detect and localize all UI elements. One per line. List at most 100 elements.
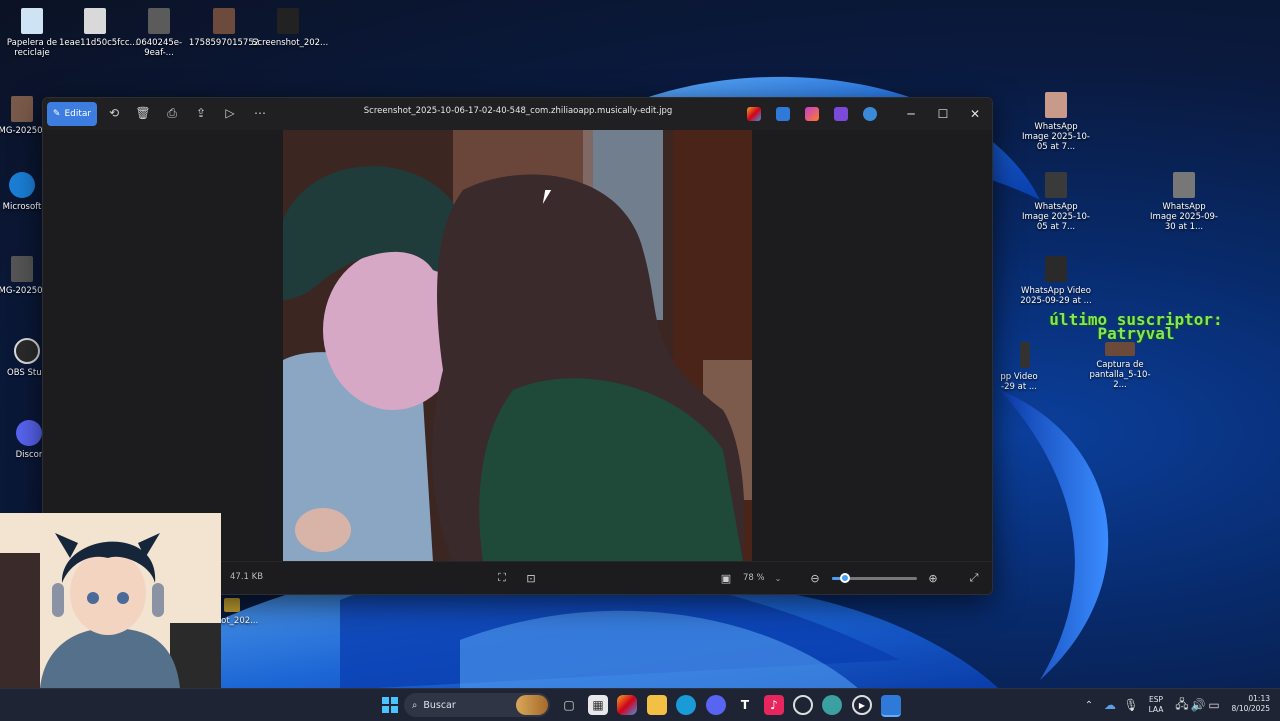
- last-subscriber-overlay: último suscriptor: Patryval: [1016, 312, 1256, 343]
- language-indicator[interactable]: ESP LAA: [1144, 695, 1168, 715]
- discord-icon[interactable]: [706, 695, 726, 715]
- fullscreen-icon[interactable]: ⤢: [965, 569, 983, 587]
- zoom-slider[interactable]: [832, 573, 917, 583]
- avatar-illustration: [0, 513, 221, 688]
- store-icon[interactable]: ▦: [588, 695, 608, 715]
- image-file-icon: [1105, 342, 1135, 356]
- desktop-icon-label: Papelera de reciclaje: [6, 38, 58, 58]
- zoom-level-dropdown[interactable]: 78 % ⌄: [743, 570, 795, 586]
- zoom-in-icon[interactable]: ⊕: [924, 569, 942, 587]
- designer-icon[interactable]: [776, 107, 790, 121]
- desktop-icon-recycle-bin[interactable]: Papelera de reciclaje: [0, 8, 68, 58]
- zoom-out-icon[interactable]: ⊖: [806, 569, 824, 587]
- start-button[interactable]: [380, 695, 400, 715]
- maximize-button[interactable]: ☐: [933, 104, 953, 124]
- fit-to-window-icon[interactable]: ⛶: [493, 569, 511, 587]
- media-player-icon[interactable]: ▶: [852, 695, 872, 715]
- copilot-icon[interactable]: [617, 695, 637, 715]
- photos-taskbar-icon[interactable]: [881, 695, 901, 717]
- desktop-icon-video[interactable]: WhatsApp Video 2025-09-29 at ...: [1020, 256, 1092, 306]
- actual-size-icon[interactable]: ⊡: [522, 569, 540, 587]
- desktop-icon-label: WhatsApp Image 2025-10-05 at 7...: [1022, 122, 1090, 152]
- desktop-icon-label: 1758597015752: [188, 38, 260, 48]
- print-icon[interactable]: ⎙: [163, 104, 181, 122]
- desktop-icon-file[interactable]: 1758597015752: [188, 8, 260, 48]
- photos-titlebar[interactable]: ✎ Editar ⟲ 🗑 ⎙ ⇪ ▷ ⋯ Screenshot_2025-10-…: [43, 98, 992, 130]
- obs-icon[interactable]: [793, 695, 813, 715]
- edge-icon[interactable]: [676, 695, 696, 715]
- onedrive-tray-icon[interactable]: ☁: [1100, 695, 1120, 715]
- desktop-icon-label: WhatsApp Image 2025-10-05 at 7...: [1022, 202, 1090, 232]
- image-file-icon: [11, 96, 33, 122]
- zoom-slider-thumb[interactable]: [839, 573, 850, 583]
- video-file-icon: [1020, 342, 1030, 368]
- desktop-icon-file[interactable]: WhatsApp Image 2025-10-05 at 7...: [1020, 92, 1092, 152]
- taskbar: ⌕ Buscar ▢ ▦ T ♪ ▶ ⌃ ☁ 🎙 ESP LAA 🖧 🔊 ▭ 0…: [0, 688, 1280, 721]
- desktop-icon-file[interactable]: Screenshot_202...: [252, 8, 329, 48]
- task-view-icon[interactable]: ▢: [559, 695, 579, 715]
- desktop-icon-file[interactable]: WhatsApp Image 2025-10-05 at 7...: [1020, 172, 1092, 232]
- image-file-icon: [1045, 92, 1067, 118]
- pencil-icon: ✎: [52, 109, 61, 119]
- webcam-avatar-overlay: [0, 513, 221, 688]
- chevron-up-icon[interactable]: ⌃: [1079, 695, 1099, 715]
- edit-button-label: Editar: [64, 109, 92, 119]
- tiktok-icon[interactable]: ♪: [764, 695, 784, 715]
- image-file-icon: [277, 8, 299, 34]
- zoom-level: 78 %: [743, 573, 765, 583]
- taskbar-search[interactable]: ⌕ Buscar: [404, 693, 550, 717]
- displayed-photo: [283, 130, 752, 562]
- more-icon[interactable]: ⋯: [251, 104, 269, 122]
- image-file-icon: [11, 256, 33, 282]
- video-file-icon: [1045, 256, 1067, 282]
- desktop-icon-file[interactable]: 1eae11d50c5fcc...: [59, 8, 138, 48]
- window-title: Screenshot_2025-10-06-17-02-40-548_com.z…: [363, 106, 673, 116]
- desktop-icon-label: WhatsApp Video 2025-09-29 at ...: [1020, 286, 1092, 306]
- battery-icon[interactable]: ▭: [1204, 695, 1224, 715]
- image-info-icon[interactable]: ▣: [717, 569, 735, 587]
- desktop-icon-label: 1eae11d50c5fcc...: [59, 38, 138, 48]
- browser-icon[interactable]: [822, 695, 842, 715]
- search-highlight-icon: [516, 695, 548, 715]
- minimize-button[interactable]: ─: [901, 104, 921, 124]
- photo-content: [283, 130, 752, 562]
- microphone-icon[interactable]: 🎙: [1121, 695, 1141, 715]
- trash-icon[interactable]: 🗑: [134, 104, 152, 122]
- slideshow-icon[interactable]: ▷: [221, 104, 239, 122]
- desktop-icon-file[interactable]: 0640245e-9eaf-...: [123, 8, 195, 58]
- clock[interactable]: 01:13 8/10/2025: [1224, 694, 1270, 714]
- language-line-2: LAA: [1148, 705, 1164, 714]
- desktop-icon-file[interactable]: Captura de pantalla_5-10-2...: [1084, 342, 1156, 390]
- tiktok-live-icon[interactable]: T: [735, 695, 755, 715]
- recycle-bin-icon: [21, 8, 43, 34]
- image-file-icon: [213, 8, 235, 34]
- video-editor-icon[interactable]: [834, 107, 848, 121]
- image-file-icon: [1173, 172, 1195, 198]
- file-size: 47.1 KB: [230, 572, 264, 582]
- image-viewer[interactable]: [43, 130, 992, 562]
- image-file-icon: [148, 8, 170, 34]
- clock-time: 01:13: [1248, 694, 1270, 703]
- copilot-icon[interactable]: [747, 107, 761, 121]
- image-file-icon: [84, 8, 106, 34]
- clipchamp-icon[interactable]: [805, 107, 819, 121]
- clock-date: 8/10/2025: [1231, 704, 1270, 713]
- desktop-icon-label: Captura de pantalla_5-10-2...: [1089, 360, 1151, 390]
- search-icon: ⌕: [412, 699, 418, 711]
- desktop-icon-file[interactable]: WhatsApp Image 2025-09-30 at 1...: [1148, 172, 1220, 232]
- edit-button[interactable]: ✎ Editar: [47, 102, 97, 126]
- share-icon[interactable]: ⇪: [192, 104, 210, 122]
- desktop-icon-label: 0640245e-9eaf-...: [135, 38, 183, 58]
- rotate-icon[interactable]: ⟲: [105, 104, 123, 122]
- onedrive-icon[interactable]: [863, 107, 877, 121]
- file-explorer-icon[interactable]: [647, 695, 667, 715]
- edge-icon: [9, 172, 35, 198]
- image-file-icon: [224, 598, 240, 612]
- desktop-icon-label: Screenshot_202...: [252, 38, 329, 48]
- desktop-icon-label: WhatsApp Image 2025-09-30 at 1...: [1150, 202, 1218, 232]
- subscriber-name: Patryval: [1097, 324, 1175, 343]
- discord-icon: [16, 420, 42, 446]
- image-file-icon: [1045, 172, 1067, 198]
- close-button[interactable]: ✕: [965, 104, 985, 124]
- language-line-1: ESP: [1148, 695, 1164, 704]
